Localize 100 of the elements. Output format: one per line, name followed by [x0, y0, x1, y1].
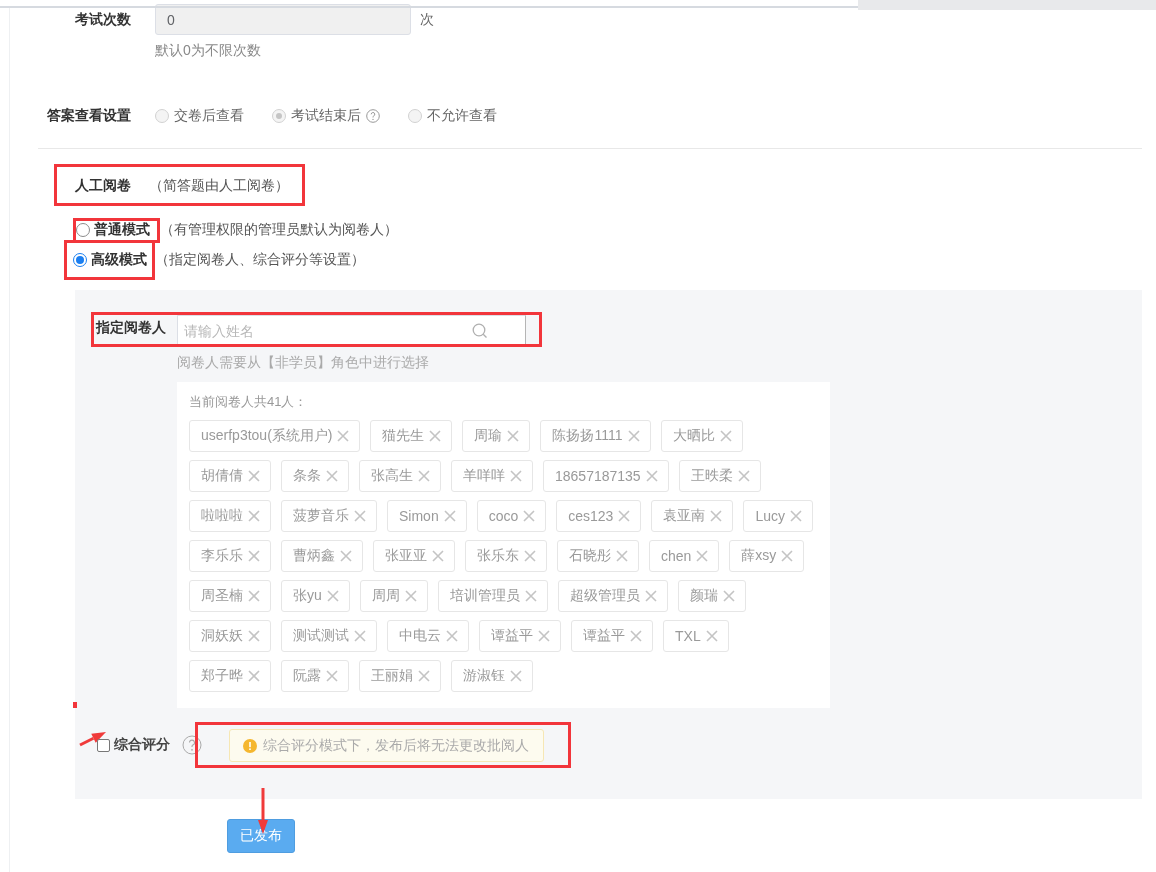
close-icon[interactable]	[524, 590, 537, 602]
field-label: 指定阅卷人	[96, 318, 167, 337]
reviewer-tag: 培训管理员	[437, 580, 548, 612]
close-icon[interactable]	[538, 630, 550, 642]
reviewer-tag: 张高生	[359, 460, 441, 492]
mode-hint: （有管理权限的管理员默认为阅卷人）	[160, 221, 398, 239]
close-icon[interactable]	[627, 430, 640, 442]
reviewer-tag: ces123	[556, 500, 642, 532]
close-icon[interactable]	[781, 550, 794, 562]
close-icon[interactable]	[722, 590, 735, 602]
unit-label: 次	[420, 10, 434, 29]
field-label: 考试次数	[74, 11, 131, 29]
close-icon[interactable]	[418, 470, 430, 482]
field-label: 答案查看设置	[46, 107, 131, 125]
reviewer-count: 当前阅卷人共41人：	[189, 393, 309, 411]
close-icon[interactable]	[705, 630, 718, 642]
reviewer-tag: 谭益平	[479, 620, 561, 652]
close-icon[interactable]	[645, 470, 658, 482]
checkbox[interactable]	[97, 738, 110, 752]
close-icon[interactable]	[524, 550, 536, 562]
reviewer-tag: 阮露	[281, 660, 349, 692]
close-icon[interactable]	[326, 590, 339, 602]
close-icon[interactable]	[737, 470, 750, 482]
close-icon[interactable]	[429, 430, 442, 442]
close-icon[interactable]	[418, 670, 430, 682]
reviewer-tag: 李乐乐	[189, 540, 271, 572]
close-icon[interactable]	[248, 550, 260, 562]
search-icon[interactable]	[472, 323, 488, 339]
warning-icon	[243, 738, 257, 753]
close-icon[interactable]	[337, 430, 350, 442]
close-icon[interactable]	[790, 510, 802, 522]
close-icon[interactable]	[432, 550, 444, 562]
reviewer-tag: 菠萝音乐	[281, 500, 377, 532]
close-icon[interactable]	[248, 510, 260, 522]
reviewer-tag: 羊咩咩	[451, 460, 533, 492]
mode-label[interactable]: 普通模式	[94, 221, 150, 239]
help-icon[interactable]	[182, 735, 202, 755]
close-icon[interactable]	[404, 590, 417, 602]
reviewer-tag: userfp3tou(系统用户)	[189, 420, 361, 452]
radio-button[interactable]	[73, 253, 87, 267]
reviewer-tag: chen	[649, 540, 720, 572]
reviewer-tag: 郑子晔	[189, 660, 271, 692]
close-icon[interactable]	[616, 550, 628, 562]
close-icon[interactable]	[630, 630, 642, 642]
reviewer-tag: 测试测试	[281, 620, 377, 652]
reviewer-tag: 啦啦啦	[189, 500, 271, 532]
close-icon[interactable]	[507, 430, 520, 442]
warning-banner: 综合评分模式下，发布后将无法更改批阅人	[229, 729, 544, 762]
reviewer-tag: 曹炳鑫	[281, 540, 363, 572]
reviewer-tag: 猫先生	[370, 420, 453, 452]
search-field[interactable]: 请输入姓名	[177, 315, 526, 346]
close-icon[interactable]	[248, 590, 260, 602]
reviewer-tag: 王丽娟	[359, 660, 441, 692]
reviewer-tag: 周圣楠	[189, 580, 271, 612]
close-icon[interactable]	[340, 550, 352, 562]
mode-label[interactable]: 高级模式	[91, 251, 147, 269]
close-icon[interactable]	[696, 550, 709, 562]
reviewer-tag: 颜瑞	[677, 580, 746, 612]
close-icon[interactable]	[510, 470, 522, 482]
reviewer-tag: 洞妖妖	[189, 620, 271, 652]
reviewer-tag: 薛xsy	[729, 540, 805, 572]
reviewer-tag: 周周	[359, 580, 428, 612]
hint-text: 阅卷人需要从【非学员】角色中进行选择	[177, 354, 430, 372]
hint-text: 默认0为不限次数	[155, 42, 262, 60]
close-icon[interactable]	[618, 510, 631, 522]
reviewer-tag: 18657187135	[543, 460, 669, 492]
close-icon[interactable]	[710, 510, 723, 522]
reviewer-tag: 游淑钰	[451, 660, 533, 692]
close-icon[interactable]	[326, 470, 338, 482]
reviewer-tag: Simon	[387, 500, 467, 532]
reviewer-tag: coco	[476, 500, 547, 532]
reviewer-tag: 陈扬扬1111	[540, 420, 651, 452]
close-icon[interactable]	[354, 630, 366, 642]
reviewer-tag: 袁亚南	[651, 500, 734, 532]
checkbox-label[interactable]: 综合评分	[114, 736, 170, 754]
reviewer-tag: 谭益平	[571, 620, 653, 652]
close-icon[interactable]	[443, 510, 456, 522]
section-title: 人工阅卷	[75, 177, 131, 195]
mode-hint: （指定阅卷人、综合评分等设置）	[155, 251, 365, 269]
close-icon[interactable]	[719, 430, 732, 442]
section-note: （简答题由人工阅卷）	[149, 177, 289, 195]
close-icon[interactable]	[326, 670, 338, 682]
close-icon[interactable]	[248, 630, 260, 642]
reviewer-tag: 张亚亚	[373, 540, 455, 572]
radio-button[interactable]	[76, 223, 90, 237]
reviewer-tag: 大晒比	[660, 420, 743, 452]
close-icon[interactable]	[523, 510, 536, 522]
close-icon[interactable]	[510, 670, 522, 682]
close-icon[interactable]	[248, 470, 260, 482]
reviewer-tag: 张乐东	[465, 540, 547, 572]
reviewer-tag: 石晓彤	[557, 540, 639, 572]
close-icon[interactable]	[354, 510, 366, 522]
reviewer-tag: 超级管理员	[557, 580, 668, 612]
reviewer-tag: 条条	[281, 460, 349, 492]
reviewer-tag: 张yu	[281, 580, 350, 612]
reviewer-tag: 周瑜	[462, 420, 531, 452]
reviewer-tag: 胡倩倩	[189, 460, 271, 492]
close-icon[interactable]	[446, 630, 458, 642]
close-icon[interactable]	[644, 590, 657, 602]
close-icon[interactable]	[248, 670, 260, 682]
